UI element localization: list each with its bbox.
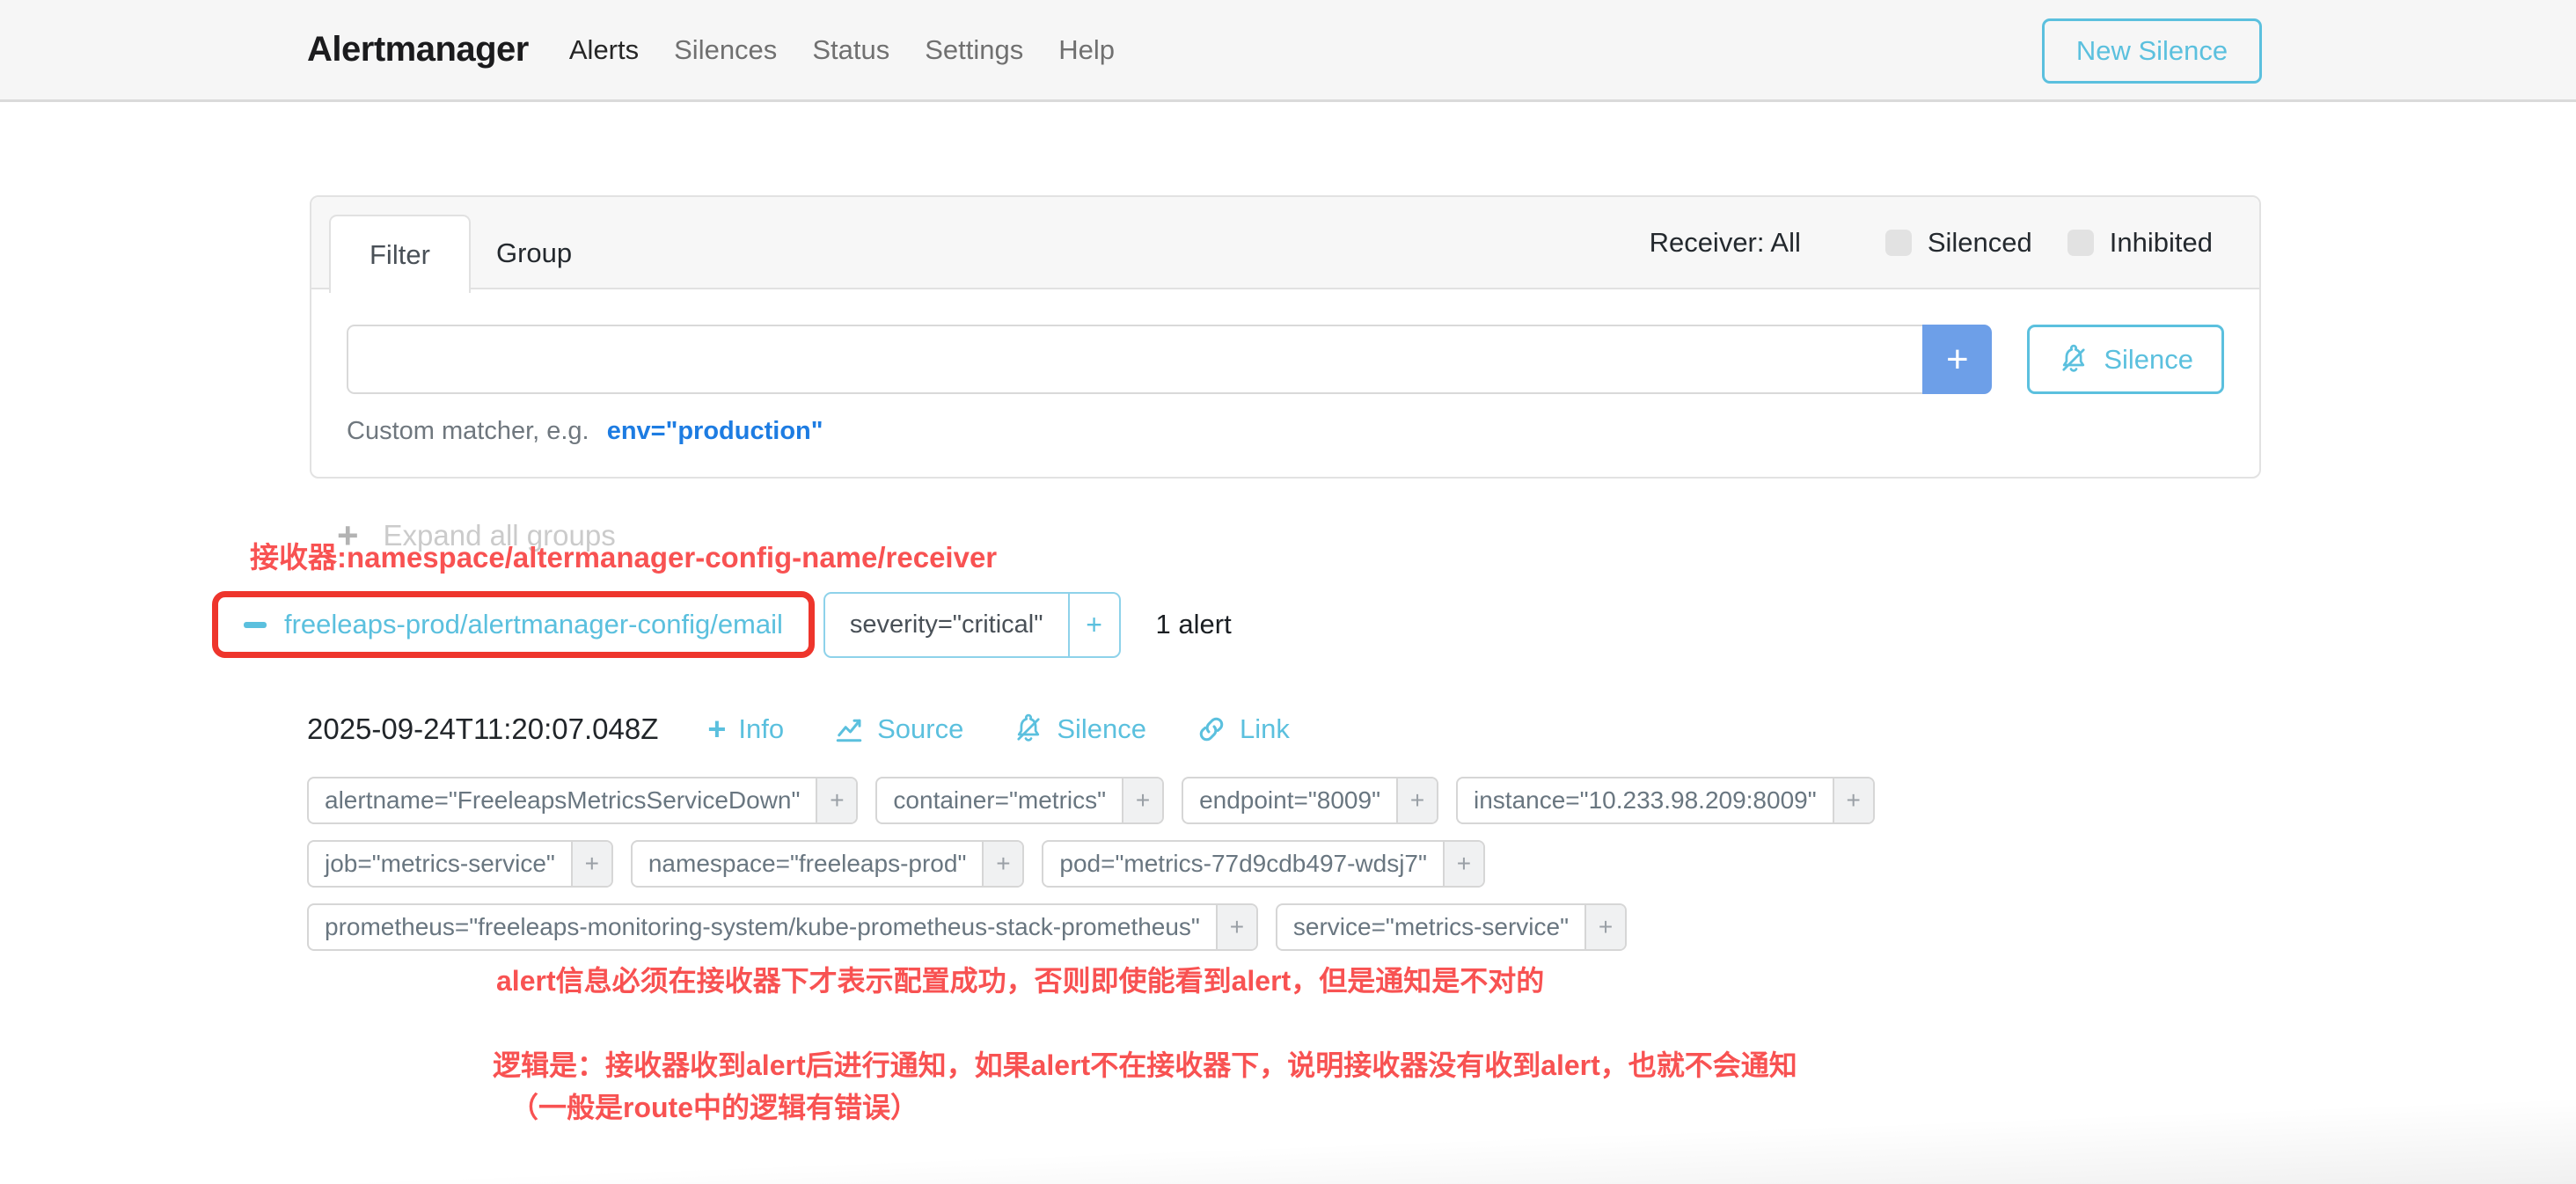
label-add-filter-button[interactable]: + — [982, 842, 1022, 886]
alert-group-row: freeleaps-prod/alertmanager-config/email… — [212, 591, 1232, 658]
link-icon — [1196, 713, 1227, 745]
nav-item-alerts[interactable]: Alerts — [569, 34, 639, 66]
label-add-filter-button[interactable]: + — [571, 842, 611, 886]
alert-link-link[interactable]: Link — [1196, 713, 1290, 745]
label-text: service="metrics-service" — [1277, 905, 1584, 949]
filter-panel: Filter Group Receiver: All Silenced Inhi… — [310, 195, 2261, 479]
label-chip-job: job="metrics-service" + — [307, 840, 613, 888]
label-add-filter-button[interactable]: + — [1122, 778, 1162, 822]
label-text: instance="10.233.98.209:8009" — [1458, 778, 1833, 822]
alert-labels: alertname="FreeleapsMetricsServiceDown" … — [307, 777, 2014, 951]
label-chip-prometheus: prometheus="freeleaps-monitoring-system/… — [307, 903, 1258, 951]
annotation-logic-note-line1: 逻辑是：接收器收到alert后进行通知，如果alert不在接收器下，说明接收器没… — [493, 1047, 1797, 1085]
silenced-filter-toggle[interactable]: Silenced — [1885, 227, 2032, 259]
label-chip-instance: instance="10.233.98.209:8009" + — [1456, 777, 1875, 824]
alert-source-link[interactable]: Source — [833, 713, 963, 745]
label-chip-namespace: namespace="freeleaps-prod" + — [631, 840, 1025, 888]
top-navbar: Alertmanager Alerts Silences Status Sett… — [0, 0, 2576, 102]
label-text: namespace="freeleaps-prod" — [633, 842, 983, 886]
silenced-checkbox[interactable] — [1885, 230, 1912, 256]
alert-source-label: Source — [877, 713, 963, 745]
matcher-hint: Custom matcher, e.g. env="production" — [347, 417, 2224, 446]
collapse-minus-icon — [244, 622, 267, 628]
new-silence-button[interactable]: New Silence — [2042, 18, 2262, 84]
matcher-input-group: + — [347, 325, 1992, 394]
matcher-input[interactable] — [347, 325, 1922, 394]
label-chip-service: service="metrics-service" + — [1276, 903, 1627, 951]
matcher-hint-text: Custom matcher, e.g. — [347, 417, 589, 445]
label-add-filter-button[interactable]: + — [816, 778, 856, 822]
main-nav: Alerts Silences Status Settings Help — [569, 34, 1115, 66]
label-text: endpoint="8009" — [1183, 778, 1396, 822]
filter-panel-body: + Silence Custom matcher, e.g. env="prod… — [311, 289, 2259, 481]
label-text: job="metrics-service" — [309, 842, 571, 886]
annotation-receiver-note: 接收器:namespace/altermanager-config-name/r… — [250, 538, 997, 578]
group-matcher-add-button[interactable]: + — [1068, 594, 1119, 656]
group-matcher-label: severity="critical" — [825, 594, 1068, 656]
alert-info-link[interactable]: + Info — [707, 713, 784, 745]
app-brand[interactable]: Alertmanager — [307, 30, 529, 69]
annotation-logic-note-line2: （一般是route中的逻辑有错误） — [510, 1089, 918, 1127]
tab-filter[interactable]: Filter — [329, 215, 471, 293]
group-receiver-button[interactable]: freeleaps-prod/alertmanager-config/email — [226, 602, 801, 647]
label-add-filter-button[interactable]: + — [1216, 905, 1256, 949]
label-chip-alertname: alertname="FreeleapsMetricsServiceDown" … — [307, 777, 858, 824]
plus-icon: + — [707, 713, 726, 745]
label-add-filter-button[interactable]: + — [1584, 905, 1625, 949]
alert-info-label: Info — [738, 713, 784, 745]
label-add-filter-button[interactable]: + — [1833, 778, 1873, 822]
inhibited-filter-toggle[interactable]: Inhibited — [2067, 227, 2213, 259]
label-chip-container: container="metrics" + — [875, 777, 1164, 824]
silence-filter-label: Silence — [2104, 344, 2193, 376]
label-add-filter-button[interactable]: + — [1396, 778, 1437, 822]
label-chip-pod: pod="metrics-77d9cdb497-wdsj7" + — [1042, 840, 1485, 888]
inhibited-checkbox[interactable] — [2067, 230, 2094, 256]
filter-options: Receiver: All Silenced Inhibited — [1650, 197, 2213, 288]
group-matcher-chip: severity="critical" + — [823, 592, 1121, 658]
label-text: alertname="FreeleapsMetricsServiceDown" — [309, 778, 816, 822]
receiver-filter[interactable]: Receiver: All — [1650, 227, 1801, 259]
bottom-shadow — [0, 1087, 2576, 1184]
nav-item-status[interactable]: Status — [812, 34, 889, 66]
silenced-label: Silenced — [1928, 227, 2032, 259]
chart-icon — [833, 713, 865, 745]
annotation-highlight-box: freeleaps-prod/alertmanager-config/email — [212, 591, 815, 658]
label-text: container="metrics" — [877, 778, 1122, 822]
alert-link-label: Link — [1240, 713, 1290, 745]
alert-silence-label: Silence — [1057, 713, 1146, 745]
alert-silence-link[interactable]: Silence — [1013, 713, 1146, 745]
add-matcher-button[interactable]: + — [1922, 325, 1992, 394]
nav-item-silences[interactable]: Silences — [674, 34, 777, 66]
matcher-hint-example-link[interactable]: env="production" — [607, 417, 823, 445]
group-receiver-label: freeleaps-prod/alertmanager-config/email — [284, 609, 783, 640]
annotation-alert-note: alert信息必须在接收器下才表示配置成功，否则即使能看到alert，但是通知是… — [496, 962, 1544, 1000]
inhibited-label: Inhibited — [2110, 227, 2213, 259]
bell-slash-icon — [2058, 344, 2089, 376]
nav-item-help[interactable]: Help — [1058, 34, 1115, 66]
label-add-filter-button[interactable]: + — [1443, 842, 1483, 886]
filter-panel-header: Filter Group Receiver: All Silenced Inhi… — [311, 197, 2259, 289]
tab-group[interactable]: Group — [457, 215, 611, 291]
nav-item-settings[interactable]: Settings — [925, 34, 1023, 66]
label-text: pod="metrics-77d9cdb497-wdsj7" — [1043, 842, 1443, 886]
bell-slash-icon — [1013, 713, 1044, 745]
alert-count: 1 alert — [1156, 609, 1232, 640]
label-chip-endpoint: endpoint="8009" + — [1182, 777, 1438, 824]
alert-timestamp: 2025-09-24T11:20:07.048Z — [307, 713, 658, 746]
alert-header-row: 2025-09-24T11:20:07.048Z + Info Source S… — [307, 713, 1290, 746]
label-text: prometheus="freeleaps-monitoring-system/… — [309, 905, 1216, 949]
silence-filter-button[interactable]: Silence — [2027, 325, 2224, 394]
